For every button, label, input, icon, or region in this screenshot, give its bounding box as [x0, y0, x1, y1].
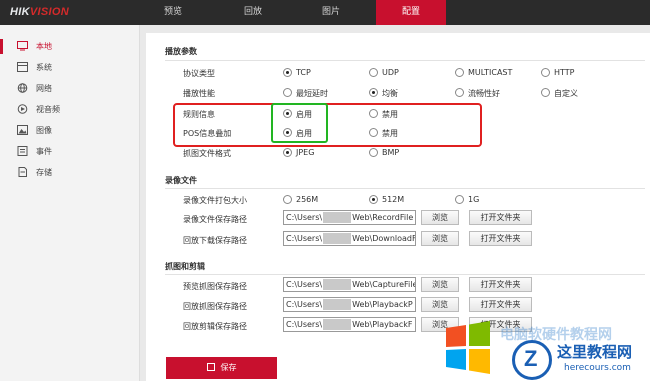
- preview-capture-path-field[interactable]: C:\Users\ Web\CaptureFile: [283, 277, 416, 292]
- save-button[interactable]: 保存: [166, 357, 277, 379]
- open-folder-button[interactable]: 打开文件夹: [469, 277, 532, 292]
- browse-button[interactable]: 浏览: [421, 210, 459, 225]
- sidebar-item-label: 视音频: [36, 105, 60, 114]
- sidebar-item-audio-video[interactable]: 视音频: [0, 99, 140, 120]
- capture-format-label: 抓图文件格式: [183, 149, 231, 158]
- monitor-icon: [17, 41, 28, 51]
- performance-smooth-label: 流畅性好: [468, 89, 500, 98]
- size-1g-radio[interactable]: [455, 195, 464, 204]
- protocol-http-radio[interactable]: [541, 68, 550, 77]
- sidebar-item-image[interactable]: 图像: [0, 120, 140, 141]
- size-256m-label: 256M: [296, 195, 319, 204]
- record-save-path-field[interactable]: C:\Users\ Web\RecordFile: [283, 210, 416, 225]
- format-bmp-label: BMP: [382, 148, 400, 157]
- image-icon: [17, 125, 28, 135]
- performance-custom-label: 自定义: [554, 89, 578, 98]
- format-bmp-radio[interactable]: [369, 148, 378, 157]
- sidebar-item-local[interactable]: 本地: [0, 36, 140, 57]
- protocol-udp-radio[interactable]: [369, 68, 378, 77]
- protocol-http-label: HTTP: [554, 68, 575, 77]
- size-512m-radio[interactable]: [369, 195, 378, 204]
- top-nav-bar: HIKVISION 预览 回放 图片 配置: [0, 0, 650, 25]
- sidebar-item-system[interactable]: 系统: [0, 57, 140, 78]
- protocol-multicast-radio[interactable]: [455, 68, 464, 77]
- download-path-label: 回放下载保存路径: [183, 236, 247, 245]
- performance-smooth-radio[interactable]: [455, 88, 464, 97]
- event-icon: [17, 146, 28, 156]
- performance-low-latency-label: 最短延时: [296, 89, 328, 98]
- sidebar-item-network[interactable]: 网络: [0, 78, 140, 99]
- globe-icon: [17, 83, 28, 93]
- sidebar-item-label: 系统: [36, 63, 52, 72]
- playback-capture-path-field[interactable]: C:\Users\ Web\PlaybackP: [283, 297, 416, 312]
- sidebar-item-label: 存储: [36, 168, 52, 177]
- open-folder-button[interactable]: 打开文件夹: [469, 297, 532, 312]
- watermark-url: herecours.com: [564, 363, 631, 373]
- section-title-playback: 播放参数: [165, 47, 197, 56]
- record-save-path-label: 录像文件保存路径: [183, 215, 247, 224]
- divider: [165, 274, 645, 275]
- tab-picture[interactable]: 图片: [296, 0, 366, 25]
- size-1g-label: 1G: [468, 195, 480, 204]
- format-jpeg-radio[interactable]: [283, 148, 292, 157]
- windows-logo-icon: [446, 321, 490, 374]
- open-folder-button[interactable]: 打开文件夹: [469, 231, 532, 246]
- watermark-logo-icon: Z: [512, 340, 552, 380]
- open-folder-button[interactable]: 打开文件夹: [469, 210, 532, 225]
- browse-button[interactable]: 浏览: [421, 231, 459, 246]
- highlight-box-green: [271, 103, 328, 143]
- tab-configuration[interactable]: 配置: [376, 0, 446, 25]
- format-jpeg-label: JPEG: [296, 148, 315, 157]
- performance-custom-radio[interactable]: [541, 88, 550, 97]
- browse-button[interactable]: 浏览: [421, 277, 459, 292]
- storage-icon: [18, 167, 27, 177]
- tab-playback[interactable]: 回放: [218, 0, 288, 25]
- sidebar-item-label: 图像: [36, 126, 52, 135]
- sidebar-item-label: 网络: [36, 84, 52, 93]
- protocol-udp-label: UDP: [382, 68, 399, 77]
- watermark: 电脑软硬件教程网 Z 这里教程网 herecours.com: [444, 318, 650, 381]
- performance-label: 播放性能: [183, 89, 215, 98]
- playback-capture-path-label: 回放抓图保存路径: [183, 302, 247, 311]
- divider: [165, 60, 645, 61]
- size-256m-radio[interactable]: [283, 195, 292, 204]
- performance-balanced-label: 均衡: [382, 89, 398, 98]
- protocol-label: 协议类型: [183, 69, 215, 78]
- browse-button[interactable]: 浏览: [421, 297, 459, 312]
- size-512m-label: 512M: [382, 195, 405, 204]
- clip-path-label: 回放剪辑保存路径: [183, 322, 247, 331]
- hikvision-logo: HIKVISION: [10, 6, 69, 18]
- tab-preview[interactable]: 预览: [138, 0, 208, 25]
- save-icon: [206, 363, 215, 371]
- watermark-title: 这里教程网: [557, 343, 633, 361]
- sidebar-item-event[interactable]: 事件: [0, 141, 140, 162]
- preview-capture-path-label: 预览抓图保存路径: [183, 282, 247, 291]
- download-path-field[interactable]: C:\Users\ Web\DownloadF: [283, 231, 416, 246]
- sidebar: 本地 系统 网络 视音频 图像 事件 存储: [0, 25, 140, 381]
- performance-low-latency-radio[interactable]: [283, 88, 292, 97]
- system-icon: [17, 62, 28, 72]
- sidebar-item-label: 事件: [36, 147, 52, 156]
- sidebar-item-storage[interactable]: 存储: [0, 162, 140, 183]
- section-title-capture: 抓图和剪辑: [165, 262, 205, 271]
- section-title-record: 录像文件: [165, 176, 197, 185]
- divider: [165, 188, 645, 189]
- sidebar-item-label: 本地: [36, 42, 52, 51]
- protocol-tcp-label: TCP: [296, 68, 311, 77]
- protocol-tcp-radio[interactable]: [283, 68, 292, 77]
- protocol-multicast-label: MULTICAST: [468, 68, 513, 77]
- performance-balanced-radio[interactable]: [369, 88, 378, 97]
- clip-path-field[interactable]: C:\Users\ Web\PlaybackF: [283, 317, 416, 332]
- record-size-label: 录像文件打包大小: [183, 196, 247, 205]
- audio-video-icon: [17, 104, 28, 114]
